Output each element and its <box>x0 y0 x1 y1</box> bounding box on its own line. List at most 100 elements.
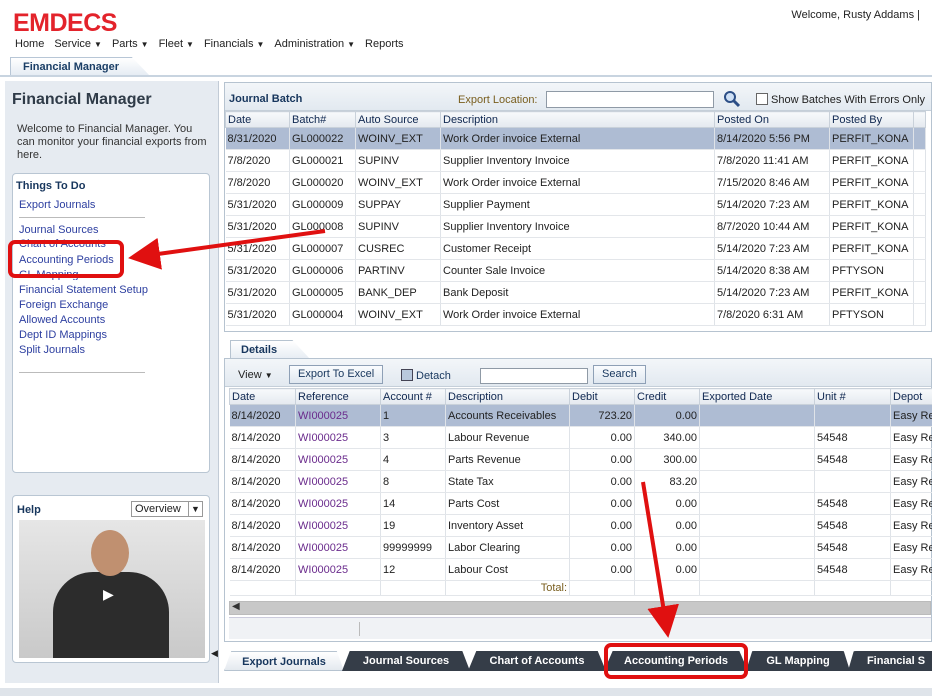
export-location-input[interactable] <box>546 91 714 108</box>
tab-financial-statement[interactable]: Financial S <box>848 651 932 671</box>
column-header[interactable]: Account # <box>380 388 446 405</box>
reference-link[interactable]: WI000025 <box>295 536 381 559</box>
table-row[interactable]: 8/14/2020 WI000025 12 Labour Cost 0.00 0.00 54… <box>229 558 932 581</box>
tab-chart-of-accounts[interactable]: Chart of Accounts <box>468 651 606 671</box>
link-export-journals[interactable]: Export Journals <box>19 199 95 211</box>
table-cell: 5/31/2020 <box>225 237 290 260</box>
column-header[interactable]: Exported Date <box>699 388 815 405</box>
tab-gl-mapping[interactable]: GL Mapping <box>746 651 850 671</box>
column-header[interactable]: Posted On <box>714 111 830 128</box>
table-row[interactable]: 8/14/2020 WI000025 14 Parts Cost 0.00 0.00 545… <box>229 492 932 515</box>
status-strip <box>0 688 932 696</box>
table-row[interactable]: 8/14/2020 WI000025 99999999 Labor Clearing 0… <box>229 536 932 559</box>
table-cell-spacer <box>913 281 926 304</box>
scroll-left-icon[interactable]: ◀ <box>232 601 240 612</box>
column-header[interactable]: Debit <box>569 388 635 405</box>
column-header[interactable]: Reference <box>295 388 381 405</box>
table-row[interactable]: 8/14/2020 WI000025 4 Parts Revenue 0.00 300.0… <box>229 448 932 471</box>
nav-service[interactable]: Service ▼ <box>54 38 102 50</box>
checkbox[interactable] <box>756 93 768 105</box>
details-search-input[interactable] <box>480 368 588 384</box>
reference-link[interactable]: WI000025 <box>295 514 381 537</box>
table-cell: WOINV_EXT <box>355 303 441 326</box>
table-row[interactable]: 8/31/2020 GL000022 WOINV_EXT Work Order inv… <box>225 127 926 150</box>
column-header[interactable]: Posted By <box>829 111 914 128</box>
nav-parts[interactable]: Parts ▼ <box>112 38 149 50</box>
table-cell: 7/8/2020 11:41 AM <box>714 149 830 172</box>
view-menu[interactable]: View ▼ <box>238 369 273 381</box>
show-errors-toggle[interactable]: Show Batches With Errors Only <box>756 93 925 106</box>
play-icon[interactable]: ▶ <box>103 586 114 603</box>
reference-link[interactable]: WI000025 <box>295 404 381 427</box>
table-row[interactable]: 5/31/2020 GL000008 SUPINV Supplier Inventor… <box>225 215 926 238</box>
link-split-journals[interactable]: Split Journals <box>19 344 85 356</box>
table-cell-spacer <box>913 303 926 326</box>
link-financial-statement-setup[interactable]: Financial Statement Setup <box>19 284 148 296</box>
table-cell: 8/14/2020 <box>229 558 296 581</box>
export-to-excel-button[interactable]: Export To Excel <box>289 365 384 384</box>
detach-button[interactable]: Detach <box>401 369 451 382</box>
column-header[interactable]: Batch# <box>289 111 356 128</box>
nav-label: Parts <box>111 38 138 50</box>
things-to-do-box: Things To Do Export Journals Journal Sou… <box>12 173 210 473</box>
nav-administration[interactable]: Administration ▼ <box>274 38 355 50</box>
table-cell: WOINV_EXT <box>355 127 441 150</box>
link-chart-of-accounts[interactable]: Chart of Accounts <box>19 239 106 249</box>
link-gl-mapping[interactable]: GL Mapping <box>19 269 79 280</box>
reference-link[interactable]: WI000025 <box>295 492 381 515</box>
table-cell: 5/14/2020 7:23 AM <box>714 237 830 260</box>
table-row[interactable]: 8/14/2020 WI000025 19 Inventory Asset 0.00 0.… <box>229 514 932 537</box>
nav-home[interactable]: Home <box>15 38 44 50</box>
search-button[interactable]: Search <box>593 365 646 384</box>
link-journal-sources[interactable]: Journal Sources <box>19 224 99 236</box>
table-row[interactable]: 5/31/2020 GL000007 CUSREC Customer Receipt 5… <box>225 237 926 260</box>
column-header[interactable]: Depot <box>890 388 932 405</box>
link-allowed-accounts[interactable]: Allowed Accounts <box>19 314 105 326</box>
nav-fleet[interactable]: Fleet ▼ <box>159 38 194 50</box>
reference-link[interactable]: WI000025 <box>295 470 381 493</box>
table-cell: 8/14/2020 <box>229 470 296 493</box>
table-row[interactable]: 8/14/2020 WI000025 3 Labour Revenue 0.00 340.… <box>229 426 932 449</box>
table-cell: 0.00 <box>569 514 635 537</box>
column-header[interactable]: Date <box>225 111 290 128</box>
column-header[interactable]: Auto Source <box>355 111 441 128</box>
table-row[interactable]: 8/14/2020 WI000025 1 Accounts Receivables 72… <box>229 404 932 427</box>
tab-export-journals[interactable]: Export Journals <box>224 651 344 671</box>
table-row[interactable]: 7/8/2020 GL000021 SUPINV Supplier Inventory… <box>225 149 926 172</box>
horizontal-scrollbar[interactable]: ◀ <box>229 601 931 615</box>
table-cell: 8 <box>380 470 446 493</box>
financial-manager-tab[interactable]: Financial Manager <box>10 57 150 76</box>
tab-journal-sources[interactable]: Journal Sources <box>342 651 470 671</box>
reference-link[interactable]: WI000025 <box>295 448 381 471</box>
table-row[interactable]: 8/14/2020 WI000025 8 State Tax 0.00 83.20 Easy… <box>229 470 932 493</box>
help-video[interactable]: ▶ <box>19 520 205 658</box>
table-row[interactable]: 5/31/2020 GL000004 WOINV_EXT Work Order inv… <box>225 303 926 326</box>
nav-reports[interactable]: Reports <box>365 38 404 50</box>
link-accounting-periods[interactable]: Accounting Periods <box>19 254 114 266</box>
details-tab[interactable]: Details <box>230 340 310 359</box>
reference-link[interactable]: WI000025 <box>295 558 381 581</box>
tab-accounting-periods[interactable]: Accounting Periods <box>604 651 748 671</box>
table-cell: Easy Re <box>890 514 932 537</box>
column-header[interactable]: Description <box>445 388 570 405</box>
collapse-left-icon[interactable]: ◀ <box>211 648 218 659</box>
table-row[interactable]: 7/8/2020 GL000020 WOINV_EXT Work Order invo… <box>225 171 926 194</box>
table-row[interactable]: 5/31/2020 GL000009 SUPPAY Supplier Payment 5… <box>225 193 926 216</box>
nav-financials[interactable]: Financials ▼ <box>204 38 264 50</box>
table-cell <box>699 492 815 515</box>
table-row[interactable]: 5/31/2020 GL000006 PARTINV Counter Sale Inv… <box>225 259 926 282</box>
journal-batch-panel: Journal Batch Export Location: Show Batc… <box>224 82 932 332</box>
link-dept-id-mappings[interactable]: Dept ID Mappings <box>19 329 107 341</box>
link-foreign-exchange[interactable]: Foreign Exchange <box>19 299 108 311</box>
table-cell: 8/14/2020 <box>229 492 296 515</box>
column-header[interactable]: Credit <box>634 388 700 405</box>
table-cell: PERFIT_KONA <box>829 281 914 304</box>
column-header[interactable]: Description <box>440 111 715 128</box>
column-header[interactable]: Unit # <box>814 388 891 405</box>
search-icon[interactable] <box>723 90 741 108</box>
column-header[interactable]: Date <box>229 388 296 405</box>
table-row[interactable]: 5/31/2020 GL000005 BANK_DEP Bank Deposit 5/1… <box>225 281 926 304</box>
table-cell: 5/31/2020 <box>225 215 290 238</box>
reference-link[interactable]: WI000025 <box>295 426 381 449</box>
help-topic-select[interactable]: Overview ▼ <box>131 501 203 517</box>
